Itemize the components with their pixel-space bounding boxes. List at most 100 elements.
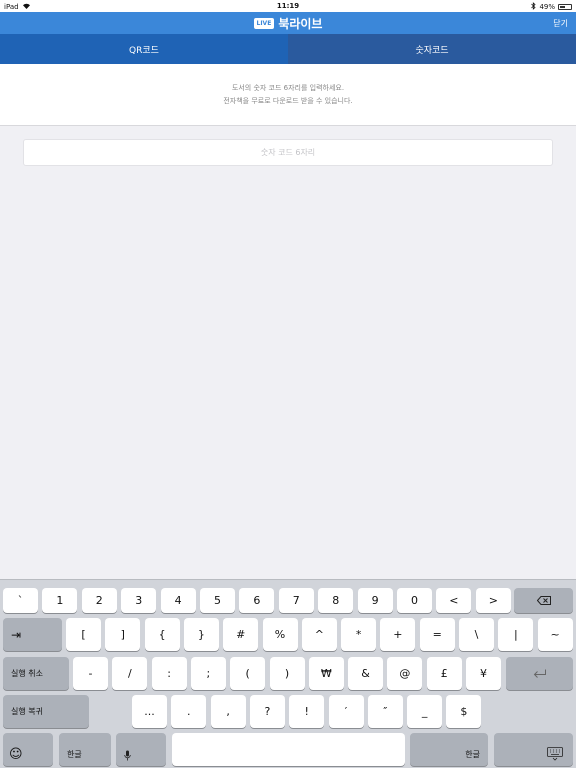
key-row4-2[interactable]: , — [210, 695, 246, 728]
keyboard-dismiss-icon — [547, 747, 563, 761]
key-row4-6[interactable]: ″ — [367, 695, 403, 728]
key-label: ` — [17, 594, 24, 607]
language-key-left[interactable]: 한글 — [59, 733, 111, 766]
app-title: 북라이브 — [278, 17, 323, 31]
key-row2-7[interactable]: * — [341, 618, 377, 651]
key-row2-9[interactable]: = — [419, 618, 455, 651]
key-row1-11[interactable]: < — [436, 588, 472, 613]
key-label: 5 — [214, 594, 221, 607]
redo-key[interactable]: 실행 복귀 — [3, 695, 89, 728]
key-row4-3[interactable]: ? — [249, 695, 285, 728]
tab-key[interactable]: ⇥ — [3, 618, 62, 651]
key-label: % — [274, 628, 286, 641]
return-icon — [533, 669, 547, 678]
key-row1-7[interactable]: 7 — [278, 588, 314, 613]
key-row1-1[interactable]: 1 — [42, 588, 78, 613]
key-label: @ — [399, 667, 411, 680]
key-row1-2[interactable]: 2 — [81, 588, 117, 613]
tab-qr-code[interactable]: QR코드 — [0, 34, 288, 64]
key-label: ′ — [344, 705, 348, 718]
key-row2-10[interactable]: \ — [459, 618, 494, 651]
key-label: > — [488, 594, 498, 607]
key-row3-10[interactable]: ¥ — [466, 657, 501, 690]
undo-key[interactable]: 실행 취소 — [3, 657, 69, 690]
key-label: ) — [284, 667, 290, 680]
key-row1-5[interactable]: 5 — [200, 588, 235, 613]
key-label: ~ — [550, 628, 560, 641]
key-label: ″ — [383, 705, 388, 718]
nav-bar: LIVE 북라이브 닫기 — [0, 12, 576, 34]
key-row1-6[interactable]: 6 — [239, 588, 275, 613]
dictation-key[interactable] — [116, 733, 166, 766]
key-label: & — [361, 667, 370, 680]
key-row3-4[interactable]: ( — [230, 657, 266, 690]
backspace-key[interactable] — [514, 588, 573, 613]
key-row4-5[interactable]: ′ — [328, 695, 364, 728]
key-label: 2 — [95, 594, 103, 607]
instruction-line-2: 전자책을 무료로 다운로드 받을 수 있습니다. — [223, 97, 353, 105]
key-label: ( — [245, 667, 250, 680]
key-row3-5[interactable]: ) — [269, 657, 305, 690]
key-row2-1[interactable]: ] — [105, 618, 141, 651]
key-row2-6[interactable]: ^ — [301, 618, 337, 651]
key-label: ₩ — [320, 667, 332, 680]
key-label: 3 — [135, 594, 143, 607]
status-right: 49% — [531, 2, 572, 12]
key-label: { — [158, 628, 166, 641]
key-row2-0[interactable]: [ — [66, 618, 101, 651]
key-row1-8[interactable]: 8 — [318, 588, 354, 613]
key-label: $ — [460, 705, 468, 718]
space-key[interactable] — [172, 733, 405, 766]
language-right-label: 한글 — [465, 750, 480, 759]
key-row3-6[interactable]: ₩ — [308, 657, 344, 690]
key-row4-4[interactable]: ! — [289, 695, 325, 728]
key-row4-7[interactable]: _ — [407, 695, 443, 728]
number-code-input[interactable] — [23, 139, 553, 166]
key-label: ¥ — [480, 667, 487, 680]
key-row4-1[interactable]: . — [171, 695, 207, 728]
key-label: # — [236, 628, 246, 641]
key-label: [ — [81, 628, 86, 641]
emoji-icon: ☺ — [9, 747, 23, 762]
key-label: , — [226, 705, 230, 718]
key-row1-12[interactable]: > — [475, 588, 511, 613]
key-label: ^ — [314, 628, 324, 641]
key-row1-0[interactable]: ` — [3, 588, 38, 613]
language-key-right[interactable]: 한글 — [410, 733, 488, 766]
key-row3-2[interactable]: : — [151, 657, 187, 690]
key-row4-0[interactable]: ... — [132, 695, 167, 728]
tab-arrow-icon: ⇥ — [11, 627, 22, 642]
key-row2-12[interactable]: ~ — [537, 618, 573, 651]
language-left-label: 한글 — [67, 750, 82, 759]
key-row2-3[interactable]: } — [183, 618, 219, 651]
key-row4-8[interactable]: $ — [446, 695, 482, 728]
key-row2-11[interactable]: | — [498, 618, 534, 651]
emoji-key[interactable]: ☺ — [3, 733, 53, 766]
key-row2-2[interactable]: { — [144, 618, 180, 651]
key-label: | — [513, 628, 518, 641]
key-label: 6 — [253, 594, 261, 607]
key-row2-5[interactable]: % — [262, 618, 298, 651]
key-label: 4 — [174, 594, 182, 607]
key-row1-4[interactable]: 4 — [160, 588, 196, 613]
key-label: 9 — [371, 594, 379, 607]
key-row3-1[interactable]: / — [112, 657, 148, 690]
key-row1-3[interactable]: 3 — [121, 588, 157, 613]
key-row1-9[interactable]: 9 — [357, 588, 393, 613]
key-row3-7[interactable]: & — [348, 657, 384, 690]
key-row3-3[interactable]: ; — [190, 657, 226, 690]
status-bar: iPad 11:19 49% — [0, 0, 576, 12]
key-row2-4[interactable]: # — [223, 618, 259, 651]
tab-number-code[interactable]: 숫자코드 — [288, 34, 576, 64]
key-label: = — [432, 628, 442, 641]
key-row3-0[interactable]: - — [73, 657, 108, 690]
key-row3-9[interactable]: £ — [426, 657, 462, 690]
key-row3-8[interactable]: @ — [387, 657, 423, 690]
return-key[interactable] — [506, 657, 573, 690]
key-row1-10[interactable]: 0 — [397, 588, 432, 613]
status-time: 11:19 — [276, 2, 300, 10]
key-row2-8[interactable]: + — [380, 618, 416, 651]
close-button[interactable]: 닫기 — [553, 18, 568, 29]
hide-keyboard-key[interactable] — [494, 733, 573, 766]
key-label: * — [355, 628, 362, 641]
